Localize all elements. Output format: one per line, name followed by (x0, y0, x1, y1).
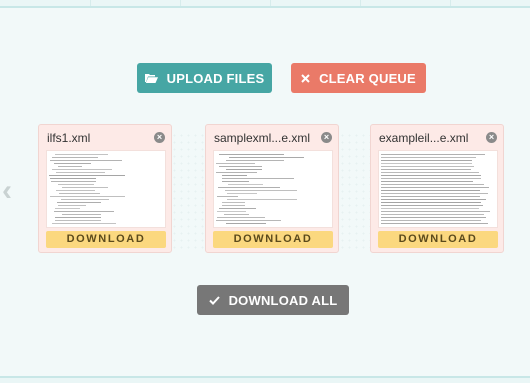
upload-files-button[interactable]: UPLOAD FILES (137, 63, 272, 93)
download-all-label: DOWNLOAD ALL (228, 292, 338, 308)
remove-file-icon[interactable]: × (486, 132, 497, 143)
upload-files-label: UPLOAD FILES (166, 70, 265, 86)
top-frame (0, 0, 530, 8)
file-card: samplexml...e.xml × DOWNLOAD (205, 124, 339, 253)
checkmark-icon (208, 295, 220, 305)
file-name: samplexml...e.xml (214, 131, 311, 145)
file-preview (214, 151, 332, 227)
bottom-frame (0, 376, 530, 383)
file-card: exampleil...e.xml × DOWNLOAD (370, 124, 504, 253)
remove-file-icon[interactable]: × (154, 132, 165, 143)
file-preview (47, 151, 165, 227)
download-all-button[interactable]: DOWNLOAD ALL (197, 285, 349, 315)
file-card: ilfs1.xml × DOWNLOAD (38, 124, 172, 253)
file-name: exampleil...e.xml (379, 131, 469, 145)
chevron-left-icon: ‹ (2, 174, 12, 207)
clear-queue-label: CLEAR QUEUE (319, 70, 416, 86)
download-button[interactable]: DOWNLOAD (213, 231, 333, 248)
close-icon (301, 73, 310, 83)
folder-open-icon (144, 73, 158, 83)
download-button[interactable]: DOWNLOAD (46, 231, 166, 248)
download-button[interactable]: DOWNLOAD (378, 231, 498, 248)
clear-queue-button[interactable]: CLEAR QUEUE (291, 63, 426, 93)
file-name: ilfs1.xml (47, 131, 91, 145)
file-preview (379, 151, 497, 227)
remove-file-icon[interactable]: × (321, 132, 332, 143)
carousel-prev-button[interactable]: ‹ (2, 176, 12, 206)
